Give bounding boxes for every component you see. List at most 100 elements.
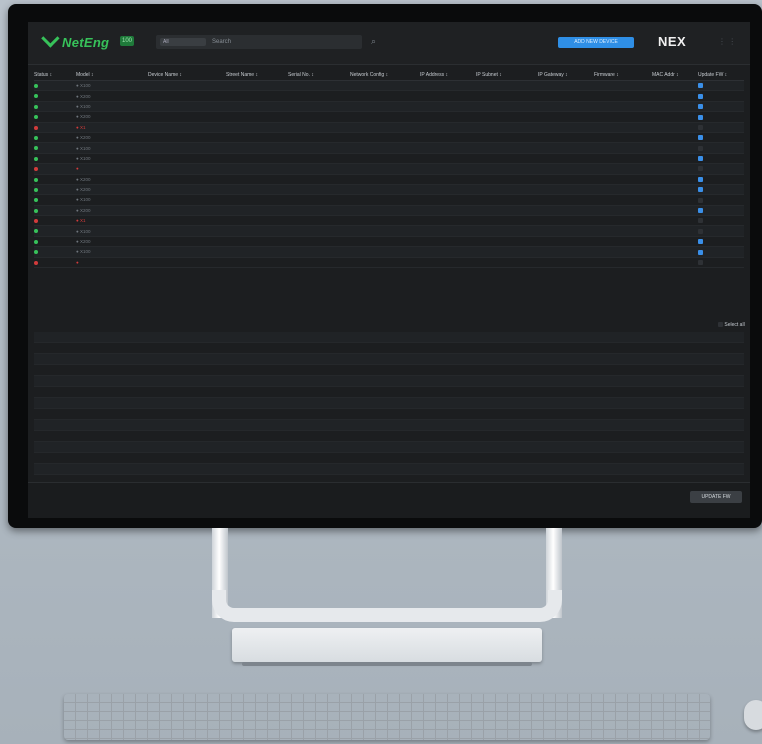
checkbox-icon[interactable]	[698, 93, 703, 99]
empty-row	[34, 420, 744, 431]
empty-row	[34, 409, 744, 420]
search-bar[interactable]: All Search ⌕	[156, 35, 376, 49]
column-header[interactable]: Device Name ↕	[148, 72, 226, 78]
table-cell	[698, 104, 744, 110]
column-header[interactable]: Network Config ↕	[350, 72, 420, 78]
table-row[interactable]: ●	[34, 164, 744, 175]
column-header[interactable]: Status ↕	[34, 72, 76, 78]
add-device-button[interactable]: ADD NEW DEVICE	[558, 37, 634, 48]
search-input[interactable]: Search	[212, 38, 231, 46]
table-row[interactable]: ● X100	[34, 143, 744, 154]
checkbox-icon[interactable]	[698, 239, 703, 245]
checkbox-icon[interactable]	[698, 156, 703, 162]
table-cell: ●	[76, 166, 79, 172]
column-header[interactable]: Model ↕	[76, 72, 148, 78]
table-cell	[34, 166, 76, 172]
table-cell	[34, 187, 76, 192]
table-cell: ● X200	[76, 207, 91, 213]
empty-row	[34, 398, 744, 409]
column-header[interactable]: Firmware ↕	[594, 72, 652, 78]
table-cell	[34, 249, 76, 255]
checkbox-icon[interactable]	[698, 166, 703, 172]
table-row[interactable]: ● X200	[34, 133, 744, 144]
column-header[interactable]: IP Gateway ↕	[538, 72, 594, 78]
empty-row	[34, 431, 744, 442]
search-icon[interactable]: ⌕	[371, 36, 376, 47]
status-dot-icon	[34, 198, 38, 203]
table-row[interactable]: ● X100	[34, 154, 744, 165]
table-cell	[34, 125, 76, 130]
status-dot-icon	[34, 146, 38, 151]
column-header[interactable]: IP Address ↕	[420, 72, 476, 78]
status-dot-icon	[34, 239, 38, 244]
checkbox-icon[interactable]	[698, 187, 703, 193]
empty-row	[34, 442, 744, 453]
table-row[interactable]: ● X1	[34, 216, 744, 227]
table-cell: ● X200	[76, 239, 91, 245]
status-dot-icon	[34, 229, 38, 234]
checkbox-icon[interactable]	[698, 124, 703, 130]
status-dot-icon	[34, 156, 38, 161]
checkbox-icon[interactable]	[698, 114, 703, 120]
empty-row	[34, 354, 744, 365]
table-row[interactable]: ● X100	[34, 247, 744, 258]
table-cell	[698, 135, 744, 141]
status-dot-icon	[34, 219, 38, 224]
status-dot-icon	[34, 208, 38, 213]
table-cell	[698, 124, 744, 130]
table-row[interactable]: ● X100	[34, 226, 744, 237]
keyboard	[64, 694, 710, 740]
column-header[interactable]: Update FW ↕	[698, 72, 744, 78]
checkbox-icon[interactable]	[698, 176, 703, 182]
table-cell	[698, 197, 744, 203]
table-cell	[698, 249, 744, 255]
table-cell: ● X100	[76, 197, 91, 203]
status-dot-icon	[34, 84, 38, 88]
column-header[interactable]: Street Name ↕	[226, 72, 288, 78]
table-row[interactable]: ● X200	[34, 175, 744, 185]
table-cell	[34, 146, 76, 151]
table-row[interactable]: ● X200	[34, 184, 744, 196]
select-all-control[interactable]: Select all	[718, 322, 745, 328]
checkbox-icon[interactable]	[698, 249, 703, 255]
checkbox-icon[interactable]	[698, 218, 703, 224]
status-dot-icon	[34, 115, 38, 120]
table-cell: ● X200	[76, 176, 91, 182]
table-row[interactable]: ● X100	[34, 81, 744, 92]
status-dot-icon	[34, 187, 38, 192]
checkbox-icon[interactable]	[698, 259, 703, 265]
column-header[interactable]: IP Subnet ↕	[476, 72, 538, 78]
table-body: ● X100 ● X200 ● X100 ● X200 ● X1 ● X200 ● X100…	[34, 81, 744, 269]
checkbox-icon[interactable]	[718, 322, 723, 328]
update-fw-button[interactable]: UPDATE FW	[690, 491, 742, 503]
checkbox-icon[interactable]	[698, 228, 703, 234]
search-filter-dropdown[interactable]: All	[160, 38, 206, 46]
table-cell	[34, 229, 76, 234]
table-row[interactable]: ● X200	[34, 205, 744, 217]
checkbox-icon[interactable]	[698, 197, 703, 203]
checkbox-icon[interactable]	[698, 145, 703, 151]
checkbox-icon[interactable]	[698, 135, 703, 141]
table-cell	[34, 94, 76, 99]
checkbox-icon[interactable]	[698, 83, 703, 89]
status-dot-icon	[34, 260, 38, 265]
table-row[interactable]: ● X200	[34, 112, 744, 123]
table-row[interactable]: ● X200	[34, 237, 744, 248]
table-row[interactable]: ●	[34, 258, 744, 269]
column-header[interactable]: MAC Addr ↕	[652, 72, 698, 78]
status-dot-icon	[34, 104, 38, 109]
table-cell: ● X100	[76, 249, 91, 255]
column-header[interactable]: Serial No. ↕	[288, 72, 350, 78]
checkbox-icon[interactable]	[698, 208, 703, 214]
menu-icon[interactable]: ⋮ ⋮	[718, 37, 736, 46]
table-cell	[698, 83, 744, 89]
table-row[interactable]: ● X1	[34, 122, 744, 133]
checkbox-icon[interactable]	[698, 104, 703, 110]
table-row[interactable]: ● X100	[34, 195, 744, 206]
table-cell	[34, 218, 76, 224]
table-cell	[34, 197, 76, 203]
app-logo[interactable]: NetEng	[41, 29, 109, 50]
table-header: Status ↕ Model ↕ Device Name ↕ Street Name …	[34, 70, 744, 81]
table-row[interactable]: ● X100	[34, 101, 744, 113]
table-row[interactable]: ● X200	[34, 91, 744, 102]
